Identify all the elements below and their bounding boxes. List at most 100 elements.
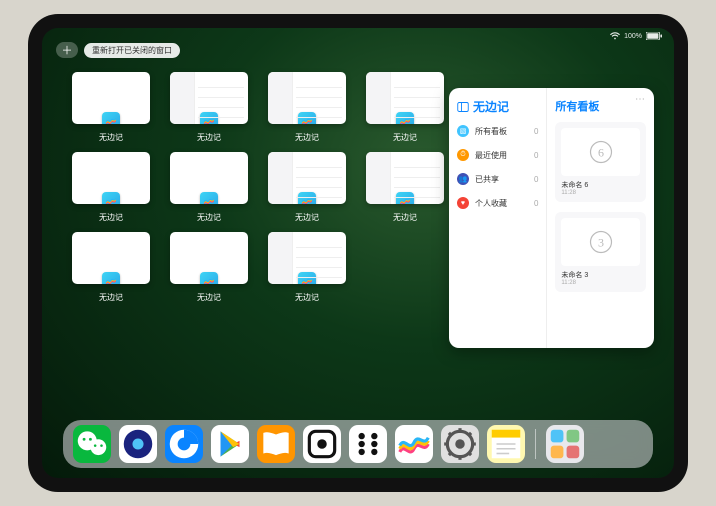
dock-obsidian-icon[interactable] [303, 425, 341, 463]
window-thumb [268, 72, 346, 124]
window-thumb [268, 232, 346, 284]
sidebar-item-count: 0 [534, 199, 538, 208]
sidebar-item-label: 个人收藏 [475, 198, 507, 209]
sidebar-title-text: 无边记 [473, 98, 509, 115]
app-window-label: 无边记 [99, 292, 123, 303]
app-window-thumbnail[interactable]: 无边记 [70, 152, 152, 224]
app-window-thumbnail[interactable]: 无边记 [266, 152, 348, 224]
app-expose-grid: 无边记 无边记 无边记 无边记 无边记 [70, 72, 446, 304]
panel-sidebar-title: 无边记 [457, 98, 538, 115]
app-window-thumbnail[interactable]: 无边记 [364, 152, 446, 224]
panel-content: ⋯ 所有看板 6 未命名 611:28 3 未命名 311:28 [547, 88, 654, 348]
app-window-label: 无边记 [197, 132, 221, 143]
new-window-button[interactable]: ＋ [56, 42, 78, 58]
window-thumb [72, 152, 150, 204]
app-window-label: 无边记 [197, 212, 221, 223]
more-menu-icon[interactable]: ⋯ [635, 94, 646, 105]
app-window-label: 无边记 [99, 132, 123, 143]
app-window-label: 无边记 [295, 132, 319, 143]
dock-qqbrowser-icon[interactable] [165, 425, 203, 463]
svg-text:3: 3 [598, 236, 604, 250]
board-card[interactable]: 6 未命名 611:28 [555, 122, 646, 202]
battery-icon [646, 32, 662, 40]
top-controls: ＋ 重新打开已关闭的窗口 [56, 42, 180, 58]
sidebar-item-count: 0 [534, 127, 538, 136]
window-thumb [170, 232, 248, 284]
board-thumb: 3 [561, 218, 640, 266]
window-thumb [72, 232, 150, 284]
freeform-app-icon [298, 112, 316, 124]
status-bar: 100% [610, 32, 662, 40]
svg-text:6: 6 [598, 146, 604, 160]
window-thumb [72, 72, 150, 124]
freeform-app-icon [200, 272, 218, 284]
app-window-label: 无边记 [197, 292, 221, 303]
app-window-label: 无边记 [295, 212, 319, 223]
window-thumb [170, 72, 248, 124]
app-window-label: 无边记 [295, 292, 319, 303]
dock-freeform-icon[interactable] [395, 425, 433, 463]
clock-icon: ⏱ [457, 149, 469, 161]
window-thumb [366, 152, 444, 204]
freeform-app-icon [200, 112, 218, 124]
sidebar-item-heart[interactable]: ♥ 个人收藏 0 [457, 197, 538, 209]
freeform-app-icon [102, 192, 120, 204]
dock [63, 420, 653, 468]
app-window-thumbnail[interactable]: 无边记 [168, 152, 250, 224]
window-thumb [170, 152, 248, 204]
ipad-frame: 100% ＋ 重新打开已关闭的窗口 无边记 无边记 无边记 [28, 14, 688, 492]
app-window-thumbnail[interactable]: 无边记 [70, 72, 152, 144]
sidebar-item-clock[interactable]: ⏱ 最近使用 0 [457, 149, 538, 161]
app-window-thumbnail[interactable]: 无边记 [266, 232, 348, 304]
app-window-label: 无边记 [99, 212, 123, 223]
board-card[interactable]: 3 未命名 311:28 [555, 212, 646, 292]
battery-pct: 100% [624, 33, 642, 40]
share-icon: 👥 [457, 173, 469, 185]
dock-books-icon[interactable] [257, 425, 295, 463]
app-window-label: 无边记 [393, 212, 417, 223]
app-window-thumbnail[interactable]: 无边记 [168, 72, 250, 144]
app-window-thumbnail[interactable]: 无边记 [364, 72, 446, 144]
panel-content-title: 所有看板 [555, 98, 646, 114]
app-window-thumbnail[interactable]: 无边记 [70, 232, 152, 304]
freeform-app-icon [200, 192, 218, 204]
dock-settings-icon[interactable] [441, 425, 479, 463]
heart-icon: ♥ [457, 197, 469, 209]
app-window-thumbnail[interactable]: 无边记 [266, 72, 348, 144]
window-thumb [268, 152, 346, 204]
sidebar-item-label: 最近使用 [475, 150, 507, 161]
sidebar-icon [457, 101, 469, 113]
sidebar-item-count: 0 [534, 151, 538, 160]
freeform-app-icon [396, 192, 414, 204]
screen: 100% ＋ 重新打开已关闭的窗口 无边记 无边记 无边记 [42, 28, 674, 478]
sidebar-item-count: 0 [534, 175, 538, 184]
sidebar-item-label: 已共享 [475, 174, 499, 185]
sidebar-item-share[interactable]: 👥 已共享 0 [457, 173, 538, 185]
freeform-panel[interactable]: 无边记 ▧ 所有看板 0 ⏱ 最近使用 0 👥 已共享 0 ♥ 个人收藏 0 ⋯ 所有看板 6 未命名… [449, 88, 654, 348]
sidebar-item-layers[interactable]: ▧ 所有看板 0 [457, 125, 538, 137]
freeform-app-icon [298, 272, 316, 284]
board-meta: 11:28 [561, 190, 640, 196]
freeform-app-icon [102, 112, 120, 124]
layers-icon: ▧ [457, 125, 469, 137]
dock-wechat-icon[interactable] [73, 425, 111, 463]
sidebar-item-label: 所有看板 [475, 126, 507, 137]
reopen-closed-window-button[interactable]: 重新打开已关闭的窗口 [84, 43, 180, 58]
freeform-app-icon [102, 272, 120, 284]
panel-sidebar: 无边记 ▧ 所有看板 0 ⏱ 最近使用 0 👥 已共享 0 ♥ 个人收藏 0 [449, 88, 547, 348]
wifi-icon [610, 32, 620, 40]
dock-divider [535, 429, 536, 459]
freeform-app-icon [298, 192, 316, 204]
board-label: 未命名 6 [561, 180, 640, 190]
dock-notes-icon[interactable] [487, 425, 525, 463]
dock-app-library-icon[interactable] [546, 425, 584, 463]
freeform-app-icon [396, 112, 414, 124]
dock-googleplay-icon[interactable] [211, 425, 249, 463]
board-meta: 11:28 [561, 280, 640, 286]
app-window-label: 无边记 [393, 132, 417, 143]
board-thumb: 6 [561, 128, 640, 176]
app-window-thumbnail[interactable]: 无边记 [168, 232, 250, 304]
dock-sixdots-icon[interactable] [349, 425, 387, 463]
dock-quark-icon[interactable] [119, 425, 157, 463]
board-label: 未命名 3 [561, 270, 640, 280]
